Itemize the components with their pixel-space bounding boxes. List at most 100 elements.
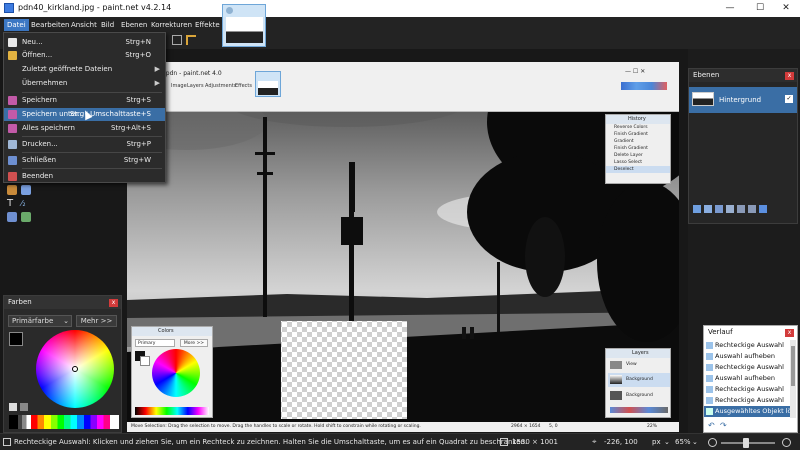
image-canvas[interactable]: rkland.pdn - paint.net 4.0 — ☐ ✕ Image L… [127,62,679,432]
inner-status-size: 2964 × 1654 [511,424,541,429]
history-item[interactable]: Rechteckige Auswahl [704,384,792,395]
menu-datei[interactable]: Datei [4,19,29,31]
maximize-button[interactable]: ☐ [746,1,774,16]
paint-bucket-icon[interactable] [7,185,17,195]
menu-bearbeiten[interactable]: Bearbeiten [28,19,72,31]
undo-icon[interactable]: ↶ [708,422,716,430]
menu-bild[interactable]: Bild [98,19,117,31]
history-item-selected[interactable]: Ausgewähltes Objekt löschen [704,406,792,417]
ruler-icon[interactable] [186,35,196,45]
status-zoom[interactable]: 65% [675,438,691,446]
inner-statusbar: Move Selection: Drag the selection to mo… [127,422,679,432]
units-dropdown-icon[interactable]: ⌄ [664,438,670,446]
menu-bar: Datei Bearbeiten Ansicht Bild Ebenen Kor… [0,17,800,46]
layer-properties-icon[interactable] [759,205,767,213]
recolor-tool-icon[interactable] [21,212,31,222]
grid-icon[interactable] [172,35,182,45]
inner-history-item: Deselect [606,166,670,173]
history-close-button[interactable]: x [785,329,794,337]
inner-window-header: rkland.pdn - paint.net 4.0 — ☐ ✕ Image L… [127,62,679,112]
layers-close-button[interactable]: x [785,72,794,80]
exit-icon [8,172,17,181]
inner-menu-layers: Layers [187,83,204,89]
zoom-in-icon[interactable] [782,438,791,447]
layer-thumbnail [692,92,714,106]
menu-item-alles-speichern[interactable]: Alles speichern Strg+Alt+S [4,122,165,135]
menu-item-schliessen[interactable]: Schließen Strg+W [4,154,165,167]
zoom-slider[interactable] [721,438,775,448]
merge-layer-icon[interactable] [726,205,734,213]
submenu-arrow-icon: ▶ [154,65,160,73]
history-scrollbar[interactable] [790,340,796,418]
color-wheel-handle[interactable] [72,366,78,372]
text-tool-icon[interactable]: T [7,199,17,209]
status-cursor-pos: -226, 100 [604,438,638,446]
delete-layer-icon[interactable] [704,205,712,213]
zoom-out-icon[interactable] [708,438,717,447]
close-doc-icon [8,156,17,165]
menu-item-drucken[interactable]: Drucken... Strg+P [4,138,165,151]
colors-close-button[interactable]: x [109,299,118,307]
move-layer-down-icon[interactable] [748,205,756,213]
zoom-dropdown-icon[interactable]: ⌄ [692,438,698,446]
status-bar: Rechteckige Auswahl: Klicken und ziehen … [0,433,800,450]
redo-icon[interactable]: ↷ [720,422,728,430]
inner-history-item: Reverse Colors [614,125,648,130]
menu-item-beenden[interactable]: Beenden [4,170,165,183]
gradient-icon[interactable] [21,185,31,195]
inner-layer-name: Background [626,377,653,382]
close-button[interactable]: ✕ [772,1,800,16]
save-icon [8,96,17,105]
inner-image-tab [255,71,281,97]
inner-primary-select: Primary [135,339,175,347]
menu-ebenen[interactable]: Ebenen [118,19,150,31]
menu-item-oeffnen[interactable]: Öffnen... Strg+O [4,49,165,62]
history-item[interactable]: Rechteckige Auswahl [704,362,792,373]
line-tool-icon[interactable]: ⁄₂ [21,199,31,209]
image-tab[interactable] [222,4,266,47]
primary-color-swatch[interactable] [9,332,23,346]
menu-korrekturen[interactable]: Korrekturen [148,19,195,31]
status-units[interactable]: px [652,438,661,446]
inner-history-item: Lasso Select [614,160,643,165]
color-wheel[interactable] [36,330,114,408]
inner-colors-panel: Colors Primary More >> [131,326,213,418]
minimize-button[interactable]: — [716,1,744,16]
history-item[interactable]: Auswahl aufheben [704,351,792,362]
shapes-tool-icon[interactable] [7,212,17,222]
inner-layer-name: View [626,362,637,367]
history-item[interactable]: Rechteckige Auswahl [704,340,792,351]
tab-close-icon[interactable] [226,7,233,14]
submenu-arrow-icon: ▶ [154,79,160,87]
move-layer-up-icon[interactable] [737,205,745,213]
menu-item-uebernehmen[interactable]: Übernehmen ▶ [4,77,165,90]
duplicate-layer-icon[interactable] [715,205,723,213]
save-as-icon [8,110,17,119]
menu-separator [22,152,162,153]
layer-row[interactable]: Hintergrund ✓ [689,87,797,113]
zoom-slider-thumb[interactable] [743,438,749,448]
inner-history-item: Gradient [614,139,634,144]
layer-visibility-checkbox[interactable]: ✓ [785,95,793,103]
menu-item-zuletzt[interactable]: Zuletzt geöffnete Dateien ▶ [4,63,165,76]
history-item[interactable]: Rechteckige Auswahl [704,395,792,406]
primary-color-select[interactable]: Primärfarbe ⌄ [8,315,72,327]
color-palette[interactable] [9,415,119,429]
menu-ansicht[interactable]: Ansicht [68,19,100,31]
reset-colors-icon[interactable] [20,403,28,411]
history-list[interactable]: Rechteckige Auswahl Auswahl aufheben Rec… [704,340,792,418]
menu-effekte[interactable]: Effekte [192,19,223,31]
more-colors-button[interactable]: Mehr >> [76,315,117,327]
history-item[interactable]: Auswahl aufheben [704,373,792,384]
menu-separator [22,168,162,169]
menu-item-speichern[interactable]: Speichern Strg+S [4,94,165,107]
layers-toolbar [693,205,793,215]
save-all-icon [8,124,17,133]
add-layer-icon[interactable] [693,205,701,213]
swap-colors-icon[interactable] [9,403,17,411]
inner-window-controls: — ☐ ✕ [625,68,646,75]
menu-item-neu[interactable]: Neu... Strg+N [4,36,165,49]
layers-panel: Ebenen x Hintergrund ✓ [688,68,798,224]
image-thumbnail [226,17,263,43]
inner-layers-title: Layers [606,349,670,358]
